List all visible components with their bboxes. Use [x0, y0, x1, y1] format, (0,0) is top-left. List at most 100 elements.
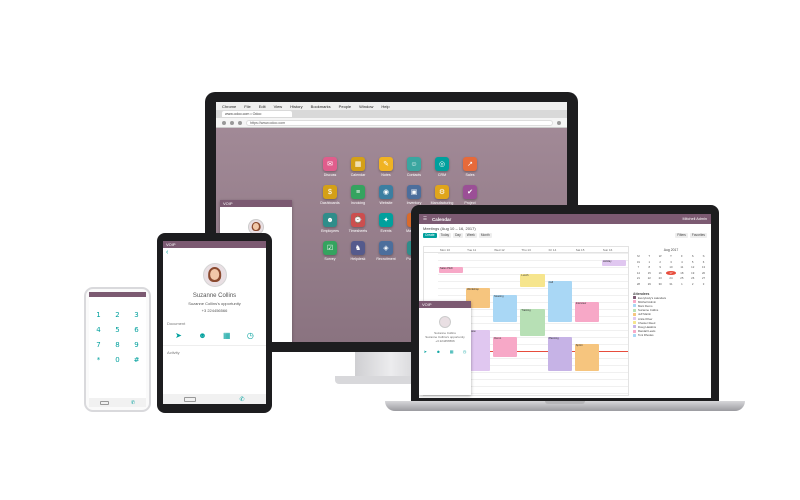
clock-icon[interactable]: ◷ [463, 349, 467, 354]
calendar-day[interactable]: 30 [655, 282, 666, 286]
app-tile[interactable]: ☺ Contacts [400, 157, 428, 177]
app-tile[interactable]: ✉ Discuss [316, 157, 344, 177]
dial-key[interactable]: 5 [108, 326, 127, 334]
calendar-event[interactable]: Demo [493, 337, 518, 357]
dial-key[interactable]: # [127, 356, 146, 364]
calendar-day[interactable]: 31 [633, 260, 644, 264]
calendar-day[interactable]: 23 [655, 276, 666, 280]
call-icon[interactable]: ✆ [131, 400, 135, 406]
calendar-event[interactable]: Meeting [493, 295, 518, 322]
app-tile[interactable]: ⌚ Timesheets [344, 213, 372, 233]
calendar-event[interactable]: Sales Pitch [439, 267, 464, 273]
calendar-day[interactable]: 5 [687, 260, 698, 264]
menu-icon[interactable] [557, 120, 561, 125]
dial-key[interactable]: 4 [89, 326, 108, 334]
calendar-day[interactable]: 28 [633, 282, 644, 286]
menubar-item[interactable]: Help [381, 104, 389, 109]
attendee-color-checkbox[interactable] [633, 296, 636, 300]
calendar-event[interactable]: Holiday [601, 260, 626, 266]
user-icon[interactable]: ☻ [198, 331, 206, 340]
attendee-color-checkbox[interactable] [633, 300, 636, 304]
filter-button[interactable]: Filters [675, 233, 688, 238]
calendar-day[interactable]: 8 [644, 265, 655, 269]
app-title[interactable]: Calendar [432, 217, 451, 222]
clock-icon[interactable]: ◷ [247, 331, 254, 340]
keypad-icon[interactable] [184, 396, 197, 402]
calendar-event[interactable]: Call [547, 281, 572, 322]
menubar-item[interactable]: People [339, 104, 351, 109]
attendee-color-checkbox[interactable] [633, 304, 636, 308]
calendar-day[interactable]: 25 [676, 276, 687, 280]
dial-key[interactable]: 8 [108, 341, 127, 349]
app-tile[interactable]: ↗ Sales [456, 157, 484, 177]
calendar-day[interactable]: 16 [655, 271, 666, 275]
calendar-day[interactable]: 22 [644, 276, 655, 280]
attendee-color-checkbox[interactable] [633, 321, 636, 325]
attendee-color-checkbox[interactable] [633, 325, 636, 329]
keypad-icon[interactable] [99, 400, 109, 405]
calendar-day[interactable]: 14 [633, 271, 644, 275]
app-tile[interactable]: ▦ Calendar [344, 157, 372, 177]
attendee-color-checkbox[interactable] [633, 308, 636, 312]
calendar-day[interactable]: 6 [698, 260, 709, 264]
dial-key[interactable]: 0 [108, 356, 127, 364]
attendee-color-checkbox[interactable] [633, 317, 636, 321]
calendar-day[interactable]: 21 [633, 276, 644, 280]
dial-key[interactable]: 7 [89, 341, 108, 349]
menubar-item[interactable]: Chrome [222, 104, 236, 109]
back-icon[interactable]: ‹ [163, 248, 266, 257]
dial-key[interactable]: 3 [127, 311, 146, 319]
back-icon[interactable] [222, 120, 226, 125]
menubar-item[interactable]: Bookmarks [311, 104, 331, 109]
reload-icon[interactable] [238, 120, 242, 125]
calendar-day[interactable]: 1 [676, 282, 687, 286]
app-tile[interactable]: ≡ Invoicing [344, 185, 372, 205]
menubar-item[interactable]: History [290, 104, 302, 109]
calendar-day[interactable]: 26 [687, 276, 698, 280]
menubar-item[interactable]: Edit [259, 104, 266, 109]
calendar-day[interactable]: 24 [666, 276, 677, 280]
url-input[interactable]: https://www.odoo.com [246, 119, 553, 126]
calendar-day[interactable]: 20 [698, 271, 709, 275]
calendar-day[interactable]: 3 [698, 282, 709, 286]
calendar-day[interactable]: 27 [698, 276, 709, 280]
contact-phone[interactable]: +3 224456566 [163, 308, 266, 313]
calendar-day[interactable]: 12 [687, 265, 698, 269]
toolbar-button[interactable]: Today [438, 233, 452, 238]
calendar-event[interactable]: Lunch [520, 274, 545, 287]
calendar-day[interactable]: 10 [666, 265, 677, 269]
calendar-day[interactable]: 2 [687, 282, 698, 286]
app-tile[interactable]: ☑ Survey [316, 241, 344, 261]
calendar-day[interactable]: 29 [644, 282, 655, 286]
toolbar-button[interactable]: Month [478, 233, 492, 238]
calendar-day[interactable]: 1 [644, 260, 655, 264]
toolbar-button[interactable]: Week [464, 233, 477, 238]
app-tile[interactable]: ✎ Notes [372, 157, 400, 177]
dial-key[interactable]: 2 [108, 311, 127, 319]
send-icon[interactable]: ➤ [175, 331, 182, 340]
attendee-filter[interactable]: Toni Rhodes [633, 333, 709, 337]
calendar-event[interactable]: Planning [547, 337, 572, 371]
call-icon[interactable]: ✆ [239, 396, 244, 403]
calendar-day[interactable]: 11 [676, 265, 687, 269]
calendar-day[interactable]: 17 [665, 270, 677, 275]
calendar-icon[interactable]: ▦ [223, 331, 231, 340]
app-tile[interactable]: ♞ Helpdesk [344, 241, 372, 261]
dial-key[interactable]: 9 [127, 341, 146, 349]
menubar-item[interactable]: File [244, 104, 250, 109]
calendar-day[interactable]: 18 [676, 271, 687, 275]
toolbar-button[interactable]: Day [453, 233, 463, 238]
attendee-color-checkbox[interactable] [633, 329, 636, 333]
calendar-day[interactable]: 3 [666, 260, 677, 264]
forward-icon[interactable] [230, 120, 234, 125]
app-tile[interactable]: ◉ Website [372, 185, 400, 205]
calendar-day[interactable]: 9 [655, 265, 666, 269]
calendar-day[interactable]: 15 [644, 271, 655, 275]
calendar-day[interactable]: 4 [676, 260, 687, 264]
app-tile[interactable]: ⚙ Manufacturing [428, 185, 456, 205]
filter-button[interactable]: Favorites [689, 233, 707, 238]
calendar-icon[interactable]: ▦ [450, 349, 454, 354]
calendar-day[interactable]: 7 [633, 265, 644, 269]
contact-opportunity[interactable]: Suzanne Collins's opportunity [163, 301, 266, 306]
calendar-day[interactable]: 19 [687, 271, 698, 275]
